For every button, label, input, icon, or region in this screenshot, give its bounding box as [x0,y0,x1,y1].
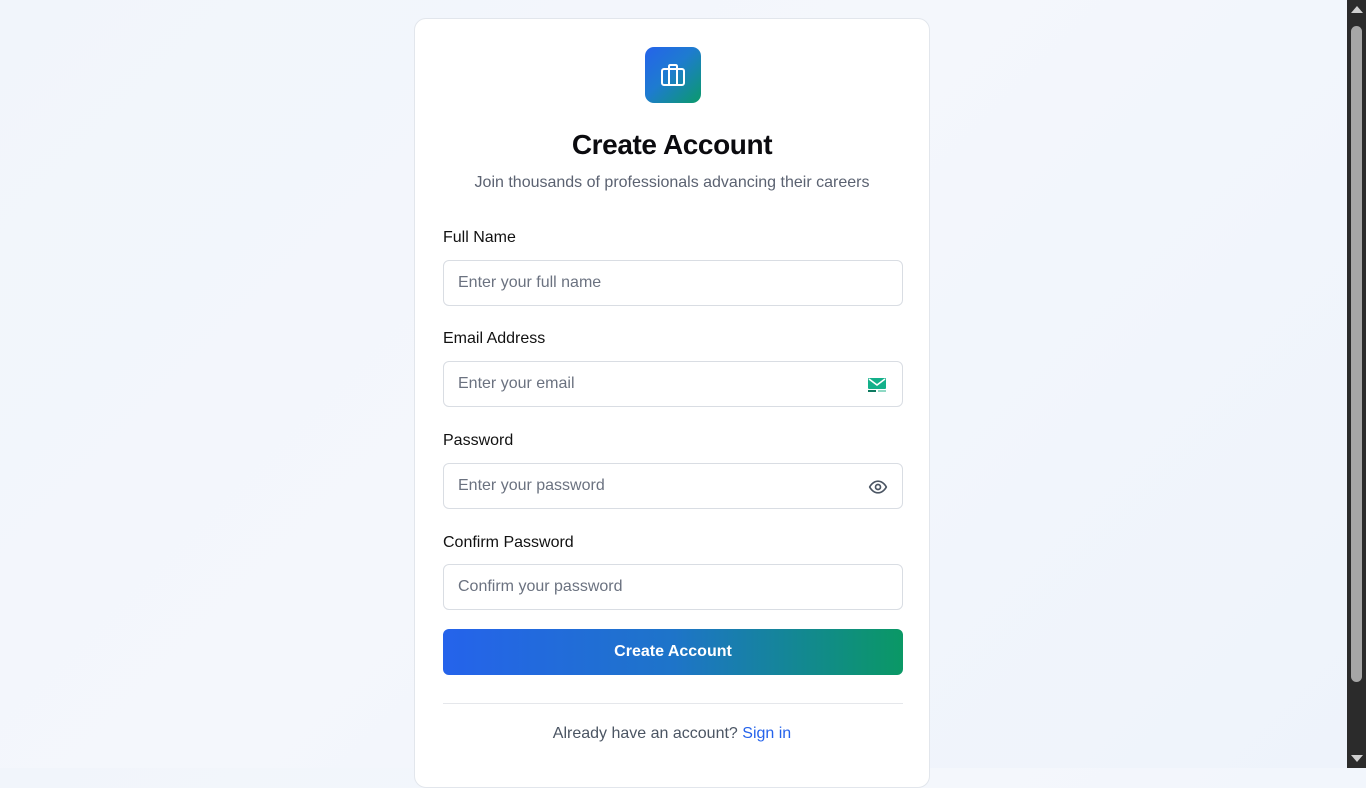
full-name-input[interactable] [444,261,902,305]
signin-prompt-text: Already have an account? [552,725,738,742]
create-account-button[interactable]: Create Account [443,629,903,675]
eye-icon[interactable] [868,477,888,497]
signin-link[interactable]: Sign in [742,725,791,742]
signin-prompt: Already have an account? Sign in [415,725,929,743]
scrollbar-thumb[interactable] [1351,26,1362,682]
password-label: Password [443,432,514,449]
page-title: Create Account [571,129,773,160]
briefcase-icon [660,63,686,87]
confirm-password-input[interactable] [444,565,902,609]
scroll-up-arrow-icon[interactable] [1351,6,1363,13]
password-input[interactable] [444,464,902,508]
page-subtitle: Join thousands of professionals advancin… [474,174,870,191]
full-name-field-wrapper [443,260,903,306]
divider [443,703,903,704]
confirm-password-label: Confirm Password [443,534,574,551]
signup-card: Create Account Join thousands of profess… [414,18,930,788]
password-field-wrapper [443,463,903,509]
email-label: Email Address [443,330,546,347]
email-field-wrapper [443,361,903,407]
vertical-scrollbar[interactable] [1347,0,1366,768]
email-input[interactable] [444,362,902,406]
confirm-password-field-wrapper [443,564,903,610]
scroll-down-arrow-icon[interactable] [1351,755,1363,762]
email-autofill-icon[interactable] [867,375,887,395]
full-name-label: Full Name [443,229,516,246]
app-logo [645,47,701,103]
